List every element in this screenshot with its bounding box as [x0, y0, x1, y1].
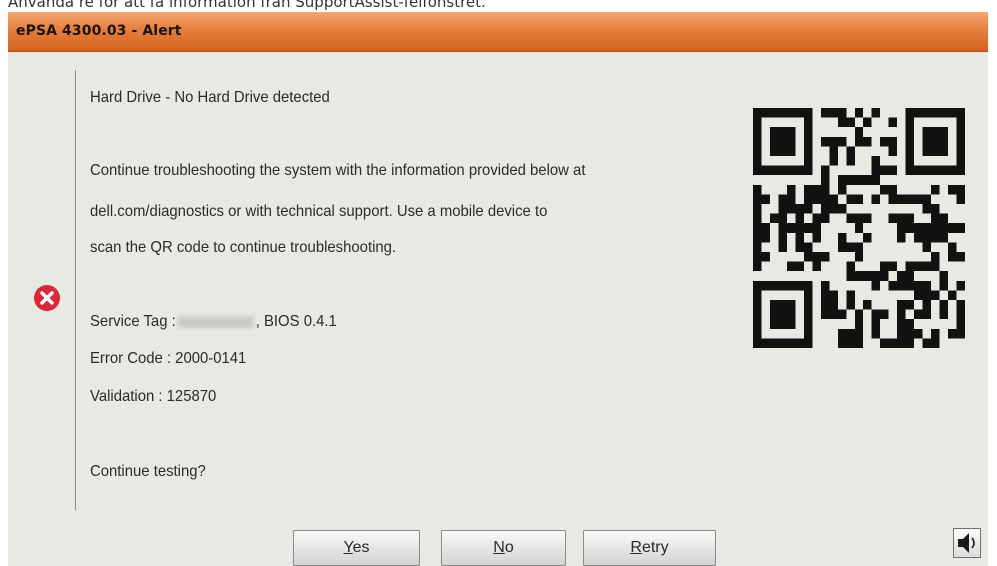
- yes-button[interactable]: Yes: [293, 530, 420, 566]
- bios-version: , BIOS 0.4.1: [255, 313, 337, 330]
- body-line-1: Continue troubleshooting the system with…: [90, 162, 586, 179]
- alert-dialog: ePSA 4300.03 - Alert Hard Drive - No Har…: [8, 12, 988, 566]
- vertical-divider: [75, 70, 76, 510]
- error-heading: Hard Drive - No Hard Drive detected: [90, 89, 330, 106]
- retry-button[interactable]: Retry: [583, 530, 716, 566]
- body-line-2: dell.com/diagnostics or with technical s…: [90, 203, 548, 220]
- body-line-3: scan the QR code to continue troubleshoo…: [90, 239, 397, 256]
- title-bar: ePSA 4300.03 - Alert: [8, 12, 988, 52]
- dialog-title: ePSA 4300.03 - Alert: [16, 23, 182, 39]
- error-code: Error Code : 2000-0141: [90, 350, 247, 367]
- no-button[interactable]: No: [441, 530, 566, 566]
- service-tag-label: Service Tag :: [90, 313, 176, 330]
- service-tag-line: Service Tag : , BIOS 0.4.1: [90, 313, 337, 331]
- page-caption: Använda re för att fa information fran S…: [8, 0, 486, 11]
- error-icon: [34, 285, 60, 311]
- service-tag-redacted: [177, 315, 254, 328]
- speaker-icon: [958, 533, 975, 553]
- qr-code: [753, 108, 965, 348]
- speaker-button[interactable]: [953, 528, 981, 558]
- validation-code: Validation : 125870: [90, 388, 217, 405]
- continue-prompt: Continue testing?: [90, 463, 206, 480]
